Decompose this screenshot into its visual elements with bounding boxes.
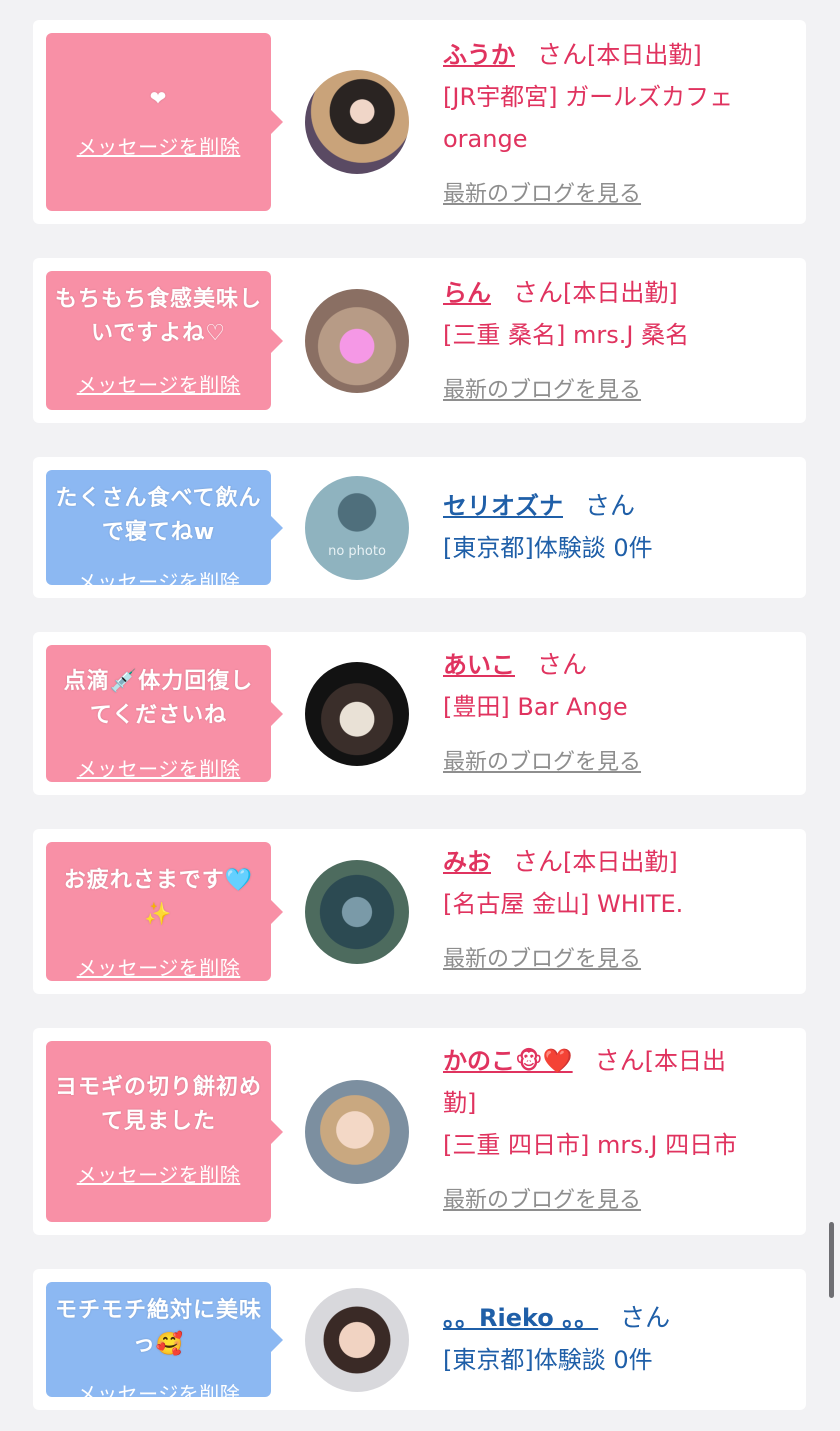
honorific: さん — [513, 847, 564, 876]
message-text: たくさん食べて飲んで寝てねw — [55, 486, 262, 545]
delete-message-link[interactable]: メッセージを削除 — [46, 1159, 271, 1188]
latest-blog-link[interactable]: 最新のブログを見る — [443, 947, 641, 972]
message-card: 点滴💉体力回復してくださいね メッセージを削除 あいこ さん [豊田] Bar A… — [33, 632, 806, 795]
honorific: さん — [537, 40, 588, 69]
user-info: 。。Rieko 。。 さん [東京都]体験談 0件 — [443, 1297, 786, 1381]
user-name-link[interactable]: みお — [443, 848, 491, 876]
honorific: さん — [594, 1046, 645, 1075]
shop-info: [豊田] Bar Ange — [443, 693, 628, 721]
message-bubble: ヨモギの切り餅初めて見ました メッセージを削除 — [46, 1041, 283, 1222]
status-badge-cont: 勤] — [443, 1089, 477, 1117]
delete-message-link[interactable]: メッセージを削除 — [46, 566, 271, 595]
shop-info: [名古屋 金山] WHITE. — [443, 890, 684, 918]
delete-message-link[interactable]: メッセージを削除 — [46, 753, 271, 782]
message-text: もちもち食感美味しいですよね♡ — [54, 287, 262, 346]
status-badge: [本日出 — [644, 1047, 727, 1075]
delete-message-link[interactable]: メッセージを削除 — [46, 131, 271, 160]
user-name-link[interactable]: あいこ — [443, 651, 515, 679]
avatar[interactable] — [305, 662, 409, 766]
message-card: ❤ メッセージを削除 ふうか さん[本日出勤] [JR宇都宮] ガールズカフェ o… — [33, 20, 806, 224]
avatar[interactable] — [305, 70, 409, 174]
avatar[interactable] — [305, 1288, 409, 1392]
message-text: お疲れさまです🩵✨ — [63, 868, 254, 927]
scrollbar[interactable] — [829, 1222, 834, 1298]
shop-info-2: orange — [443, 125, 528, 153]
user-info: あいこ さん [豊田] Bar Ange 最新のブログを見る — [443, 644, 786, 784]
honorific: さん — [513, 278, 564, 307]
message-text: 点滴💉体力回復してくださいね — [63, 669, 254, 728]
message-bubble: たくさん食べて飲んで寝てねw メッセージを削除 — [46, 470, 283, 594]
message-card: モチモチ絶対に美味っ🥰 メッセージを削除 。。Rieko 。。 さん [東京都]体… — [33, 1269, 806, 1410]
delete-message-link[interactable]: メッセージを削除 — [46, 369, 271, 398]
shop-info: [東京都]体験談 0件 — [443, 1346, 653, 1374]
message-bubble: お疲れさまです🩵✨ メッセージを削除 — [46, 842, 283, 981]
user-info: らん さん[本日出勤] [三重 桑名] mrs.J 桑名 最新のブログを見る — [443, 272, 786, 412]
user-info: みお さん[本日出勤] [名古屋 金山] WHITE. 最新のブログを見る — [443, 841, 786, 981]
avatar[interactable] — [305, 289, 409, 393]
message-text: モチモチ絶対に美味っ🥰 — [54, 1298, 262, 1357]
user-name-link[interactable]: らん — [443, 279, 491, 307]
no-photo-label: no photo — [328, 544, 386, 559]
delete-message-link[interactable]: メッセージを削除 — [46, 952, 271, 981]
message-card: ヨモギの切り餅初めて見ました メッセージを削除 かのこ🐵❤️ さん[本日出 勤] … — [33, 1028, 806, 1235]
honorific: さん — [620, 1303, 671, 1332]
latest-blog-link[interactable]: 最新のブログを見る — [443, 182, 641, 207]
shop-info: [JR宇都宮] ガールズカフェ — [443, 83, 734, 111]
latest-blog-link[interactable]: 最新のブログを見る — [443, 378, 641, 403]
status-badge: [本日出勤] — [563, 279, 678, 307]
message-bubble: ❤ メッセージを削除 — [46, 33, 283, 211]
status-badge: [本日出勤] — [587, 41, 702, 69]
message-bubble: 点滴💉体力回復してくださいね メッセージを削除 — [46, 645, 283, 782]
message-bubble: モチモチ絶対に美味っ🥰 メッセージを削除 — [46, 1282, 283, 1406]
user-name-link[interactable]: 。。Rieko 。。 — [443, 1304, 598, 1332]
honorific: さん — [585, 491, 636, 520]
shop-info: [三重 四日市] mrs.J 四日市 — [443, 1131, 738, 1159]
message-card: もちもち食感美味しいですよね♡ メッセージを削除 らん さん[本日出勤] [三重 … — [33, 258, 806, 423]
avatar[interactable] — [305, 860, 409, 964]
message-card: たくさん食べて飲んで寝てねw メッセージを削除 no photo セリオズナ さん… — [33, 457, 806, 598]
latest-blog-link[interactable]: 最新のブログを見る — [443, 750, 641, 775]
message-text: ヨモギの切り餅初めて見ました — [54, 1075, 262, 1134]
user-info: セリオズナ さん [東京都]体験談 0件 — [443, 485, 786, 569]
status-badge: [本日出勤] — [563, 848, 678, 876]
user-name-link[interactable]: かのこ🐵❤️ — [443, 1047, 573, 1075]
latest-blog-link[interactable]: 最新のブログを見る — [443, 1188, 641, 1213]
delete-message-link[interactable]: メッセージを削除 — [46, 1378, 271, 1407]
message-card: お疲れさまです🩵✨ メッセージを削除 みお さん[本日出勤] [名古屋 金山] W… — [33, 829, 806, 994]
honorific: さん — [537, 650, 588, 679]
avatar[interactable] — [305, 1080, 409, 1184]
user-name-link[interactable]: セリオズナ — [443, 492, 563, 520]
shop-info: [三重 桑名] mrs.J 桑名 — [443, 321, 690, 349]
user-info: かのこ🐵❤️ さん[本日出 勤] [三重 四日市] mrs.J 四日市 最新のブロ… — [443, 1040, 786, 1222]
shop-info: [東京都]体験談 0件 — [443, 534, 653, 562]
user-name-link[interactable]: ふうか — [443, 41, 515, 69]
message-text: ❤ — [149, 86, 168, 110]
avatar-placeholder[interactable]: no photo — [305, 476, 409, 580]
user-info: ふうか さん[本日出勤] [JR宇都宮] ガールズカフェ orange 最新のブロ… — [443, 34, 786, 216]
message-bubble: もちもち食感美味しいですよね♡ メッセージを削除 — [46, 271, 283, 410]
